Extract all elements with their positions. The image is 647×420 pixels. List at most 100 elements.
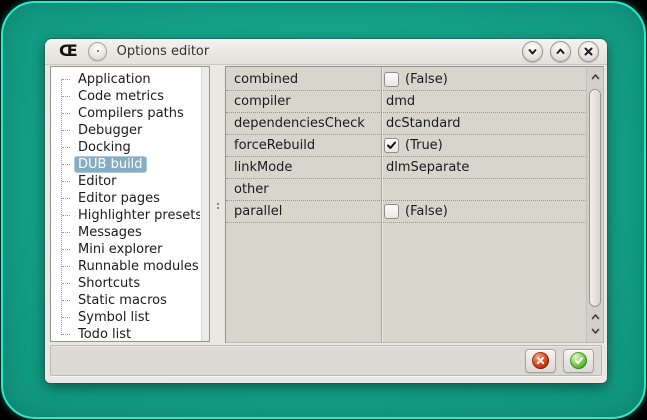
sidebar-item-label: Code metrics bbox=[78, 89, 165, 104]
property-row-dependenciesCheck: dependenciesCheck dcStandard bbox=[226, 113, 586, 135]
tree-scrollbar-gutter[interactable] bbox=[201, 67, 209, 341]
text-value: dlmSeparate bbox=[386, 160, 470, 175]
bool-value-label: (True) bbox=[405, 138, 443, 153]
property-row-linkMode: linkMode dlmSeparate bbox=[226, 157, 586, 179]
sidebar-item-shortcuts[interactable]: Shortcuts bbox=[55, 275, 200, 292]
tree-branch-line bbox=[62, 215, 70, 216]
property-value[interactable] bbox=[381, 179, 586, 200]
sidebar-item-label: Debugger bbox=[78, 123, 143, 138]
tree-branch-line bbox=[62, 96, 70, 97]
cancel-icon bbox=[532, 352, 549, 369]
chevron-up-icon bbox=[591, 314, 599, 320]
maximize-button[interactable] bbox=[550, 41, 571, 62]
cancel-button[interactable] bbox=[525, 348, 556, 373]
close-icon bbox=[584, 47, 593, 56]
property-rows: combined (False) compiler dmd dependenciesCh… bbox=[226, 69, 586, 223]
property-value[interactable]: (False) bbox=[381, 201, 586, 222]
property-row-parallel: parallel (False) bbox=[226, 201, 586, 223]
sidebar-item-compilers-paths[interactable]: Compilers paths bbox=[55, 105, 200, 122]
sidebar-item-label: DUB build bbox=[74, 156, 147, 173]
tree-branch-line bbox=[62, 266, 70, 267]
sidebar-item-runnable-modules[interactable]: Runnable modules bbox=[55, 258, 200, 275]
sidebar-item-label: Highlighter presets bbox=[78, 208, 200, 223]
chevron-up-icon bbox=[591, 74, 599, 80]
sidebar-item-label: Mini explorer bbox=[78, 242, 163, 257]
app-icon: Œ bbox=[59, 41, 78, 60]
options-editor-window: Œ Options editor Application Code metrics… bbox=[45, 39, 607, 383]
scrollbar-thumb[interactable] bbox=[589, 89, 601, 307]
tree-branch-line bbox=[62, 198, 70, 199]
sidebar-item-dub-build[interactable]: DUB build bbox=[55, 156, 200, 173]
tree-branch-line bbox=[62, 300, 70, 301]
scroll-up-button[interactable] bbox=[587, 70, 603, 84]
window-title: Options editor bbox=[116, 44, 210, 59]
property-name: forceRebuild bbox=[234, 138, 316, 153]
sidebar-item-label: Editor bbox=[78, 174, 117, 189]
checkbox[interactable] bbox=[384, 72, 399, 87]
tree-branch-line bbox=[62, 249, 70, 250]
property-value[interactable]: dcStandard bbox=[381, 113, 586, 134]
check-icon bbox=[387, 141, 396, 149]
sidebar-item-label: Static macros bbox=[78, 293, 167, 308]
sidebar-item-docking[interactable]: Docking bbox=[55, 139, 200, 156]
property-grid: combined (False) compiler dmd dependenciesCh… bbox=[225, 66, 604, 343]
window-controls bbox=[522, 41, 599, 62]
chevron-up-icon bbox=[556, 48, 565, 54]
checkbox[interactable] bbox=[384, 138, 399, 153]
property-name: linkMode bbox=[234, 160, 293, 175]
sidebar-item-label: Symbol list bbox=[78, 310, 150, 325]
text-value: dcStandard bbox=[386, 116, 461, 131]
sidebar-item-label: Todo list bbox=[78, 327, 132, 339]
sidebar-item-label: Runnable modules bbox=[78, 259, 199, 274]
tree-branch-line bbox=[62, 130, 70, 131]
scroll-down-button[interactable] bbox=[587, 324, 603, 338]
checkbox[interactable] bbox=[384, 204, 399, 219]
sidebar-item-code-metrics[interactable]: Code metrics bbox=[55, 88, 200, 105]
property-name: combined bbox=[234, 72, 299, 87]
sidebar-item-symbol-list[interactable]: Symbol list bbox=[55, 309, 200, 326]
minimize-button[interactable] bbox=[522, 41, 543, 62]
desktop-background: Œ Options editor Application Code metrics… bbox=[1, 1, 646, 419]
accept-icon bbox=[570, 352, 587, 369]
panel-splitter[interactable] bbox=[210, 66, 225, 342]
sidebar-item-static-macros[interactable]: Static macros bbox=[55, 292, 200, 309]
tree-branch-line bbox=[62, 79, 70, 80]
chevron-down-icon bbox=[528, 49, 537, 55]
property-row-compiler: compiler dmd bbox=[226, 91, 586, 113]
property-value[interactable]: dmd bbox=[381, 91, 586, 112]
sidebar-item-editor[interactable]: Editor bbox=[55, 173, 200, 190]
tree-branch-line bbox=[62, 283, 70, 284]
grid-scrollbar[interactable] bbox=[586, 67, 603, 342]
sidebar-item-application[interactable]: Application bbox=[55, 71, 200, 88]
text-value: dmd bbox=[386, 94, 416, 109]
bool-value-label: (False) bbox=[405, 72, 448, 87]
tree-branch-line bbox=[62, 164, 70, 165]
tree-branch-line bbox=[62, 113, 70, 114]
sidebar-item-label: Messages bbox=[78, 225, 142, 240]
accept-button[interactable] bbox=[563, 348, 594, 373]
sidebar-item-highlighter-presets[interactable]: Highlighter presets bbox=[55, 207, 200, 224]
sidebar-item-mini-explorer[interactable]: Mini explorer bbox=[55, 241, 200, 258]
property-value[interactable]: (False) bbox=[381, 69, 586, 90]
sidebar-item-messages[interactable]: Messages bbox=[55, 224, 200, 241]
property-name: dependenciesCheck bbox=[234, 116, 365, 131]
splitter-grip-icon bbox=[216, 203, 219, 205]
category-tree: Application Code metrics Compilers paths De… bbox=[50, 66, 210, 342]
property-value[interactable]: (True) bbox=[381, 135, 586, 156]
tree-branch-line bbox=[62, 334, 70, 335]
sidebar-item-debugger[interactable]: Debugger bbox=[55, 122, 200, 139]
window-menu-button[interactable] bbox=[87, 42, 107, 61]
sidebar-item-todo-list[interactable]: Todo list bbox=[55, 326, 200, 339]
titlebar[interactable]: Œ Options editor bbox=[45, 39, 607, 65]
property-row-combined: combined (False) bbox=[226, 69, 586, 91]
property-value[interactable]: dlmSeparate bbox=[381, 157, 586, 178]
property-name: compiler bbox=[234, 94, 291, 109]
sidebar-item-label: Application bbox=[78, 72, 151, 87]
scroll-up-button-bottom[interactable] bbox=[587, 310, 603, 324]
sidebar-item-editor-pages[interactable]: Editor pages bbox=[55, 190, 200, 207]
property-name: other bbox=[234, 182, 269, 197]
sidebar-item-label: Editor pages bbox=[78, 191, 160, 206]
sidebar-item-label: Shortcuts bbox=[78, 276, 141, 291]
property-name: parallel bbox=[234, 204, 283, 219]
close-button[interactable] bbox=[578, 41, 599, 62]
